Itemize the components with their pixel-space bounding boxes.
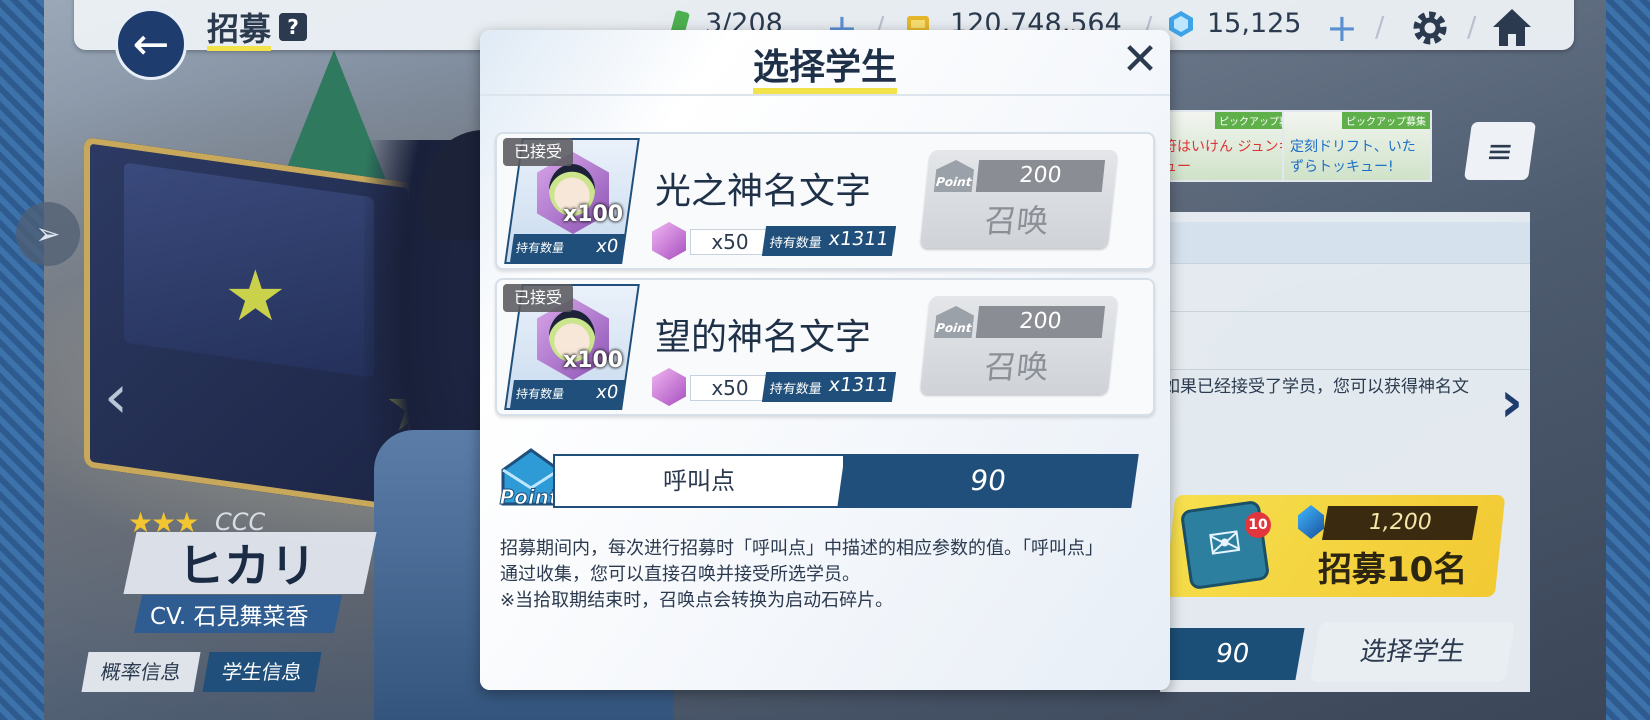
banner-tag: ピックアップ募集 <box>1342 112 1430 129</box>
owned-label: 持有数量 <box>515 241 565 255</box>
eleph-multiplier: x100 <box>563 348 624 373</box>
mail-count-badge: 10 <box>1245 512 1271 538</box>
right-panel-description: 如果已经接受了学员，您可以获得神名文 <box>1163 377 1469 397</box>
pyroxene-icon <box>1169 11 1193 37</box>
received-badge: 已接受 <box>503 138 573 166</box>
recruit-cost: 1,200 <box>1322 506 1478 540</box>
cost-owned-value: x1311 <box>827 228 890 250</box>
next-arrow-icon[interactable]: › <box>1500 370 1523 435</box>
summon-button[interactable]: Point 200 召唤 <box>919 296 1119 394</box>
call-point-row: Point 呼叫点 90 <box>495 448 1155 510</box>
owned-bar: 持有数量 x0 <box>510 234 626 262</box>
settings-gear-icon[interactable] <box>1408 6 1452 50</box>
title-underline <box>753 88 897 94</box>
close-icon[interactable]: ✕ <box>1120 38 1160 82</box>
summon-label: 召唤 <box>982 348 1051 386</box>
eligma-gem-icon <box>652 222 686 260</box>
description-line: 通过收集，您可以直接召唤并接受所选学员。 <box>500 564 860 585</box>
student-info-button[interactable]: 学生信息 <box>202 652 322 692</box>
panel-divider <box>1160 368 1530 370</box>
owned-value: x0 <box>594 236 620 257</box>
divider: / <box>1375 10 1385 43</box>
call-point-value: 90 <box>837 454 1139 508</box>
eleph-card: 已接受 x100 持有数量 x0 光之神名文字 x50 持有数量 x1311 P… <box>495 132 1155 270</box>
home-icon[interactable] <box>1490 6 1534 50</box>
gems-value: 15,125 <box>1207 8 1302 39</box>
owned-bar: 持有数量 x0 <box>510 380 626 408</box>
modal-header: 选择学生 ✕ <box>480 30 1170 96</box>
page-title: 招募 <box>207 10 272 48</box>
character-name: ヒカリ <box>178 539 316 593</box>
back-arrow-icon: ← <box>132 18 170 70</box>
received-badge: 已接受 <box>503 284 573 312</box>
voice-actor: CV. 石見舞菜香 <box>150 604 309 630</box>
cost-owned-value: x1311 <box>827 374 890 396</box>
divider: / <box>1467 10 1477 43</box>
call-point-label: 呼叫点 <box>553 454 845 508</box>
point-icon-label: Point <box>499 485 559 509</box>
cost-owned-label: 持有数量 <box>768 382 823 397</box>
owned-value: x0 <box>594 382 620 403</box>
description-line: 招募期间内，每次进行招募时「呼叫点」中描述的相应参数的值。「呼叫点」 <box>500 538 1103 559</box>
summon-price: 200 <box>975 160 1106 192</box>
right-info-panel <box>1160 212 1530 692</box>
eleph-multiplier: x100 <box>563 202 624 227</box>
cost-owned: 持有数量 x1311 <box>761 372 897 402</box>
banner-text: 符はいけん ジュンキュー <box>1163 139 1293 175</box>
eleph-name: 望的神名文字 <box>655 317 872 358</box>
panel-row <box>1160 222 1530 264</box>
point-ticket-icon: Point <box>934 160 975 192</box>
cost-owned-label: 持有数量 <box>768 236 823 251</box>
star-decoration: ★ <box>224 255 287 337</box>
gems-plus-button[interactable]: + <box>1326 6 1358 50</box>
hamburger-icon: ≡ <box>1483 132 1517 170</box>
summon-label: 召唤 <box>982 202 1051 240</box>
eleph-name: 光之神名文字 <box>655 171 872 212</box>
select-student-button[interactable]: 选择学生 <box>1309 622 1516 682</box>
recruit-10-label: 招募10名 <box>1318 550 1468 590</box>
description-line: ※当拾取期结束时，召唤点会转换为启动石碎片。 <box>500 590 894 611</box>
summon-button[interactable]: Point 200 召唤 <box>919 150 1119 248</box>
point-ticket-icon: Point <box>934 306 975 338</box>
cost-bar: x50 持有数量 x1311 <box>652 368 897 406</box>
select-student-modal: 选择学生 ✕ 已接受 x100 持有数量 x0 光之神名文字 x50 持有数量 … <box>480 30 1170 690</box>
eligma-gem-icon <box>652 368 686 406</box>
title-underline <box>207 46 271 51</box>
help-button[interactable]: ? <box>279 13 307 41</box>
probability-info-button[interactable]: 概率信息 <box>81 652 201 692</box>
prev-arrow-icon[interactable]: ‹ <box>104 362 128 432</box>
panel-divider <box>1160 310 1530 312</box>
points-pill: 90 <box>1160 628 1305 680</box>
modal-title: 选择学生 <box>752 47 897 88</box>
modal-description: 招募期间内，每次进行招募时「呼叫点」中描述的相应参数的值。「呼叫点」 通过收集，… <box>500 536 1150 614</box>
banner-thumb[interactable]: ピックアップ募集 定刻ドリフト、いたずらトッキュー! <box>1282 110 1432 182</box>
eleph-card: 已接受 x100 持有数量 x0 望的神名文字 x50 持有数量 x1311 P… <box>495 278 1155 416</box>
summon-price: 200 <box>975 306 1106 338</box>
back-button[interactable]: ← <box>115 8 187 80</box>
cost-amount: x50 <box>690 375 770 401</box>
menu-button[interactable]: ≡ <box>1463 122 1537 180</box>
cost-bar: x50 持有数量 x1311 <box>652 222 897 260</box>
cost-amount: x50 <box>690 229 770 255</box>
send-icon[interactable]: ➢ <box>16 202 80 266</box>
cost-owned: 持有数量 x1311 <box>761 226 897 256</box>
banner-text: 定刻ドリフト、いたずらトッキュー! <box>1290 139 1416 175</box>
owned-label: 持有数量 <box>515 387 565 401</box>
